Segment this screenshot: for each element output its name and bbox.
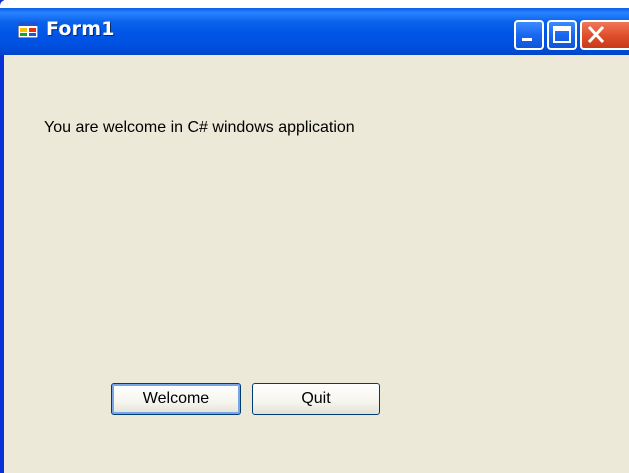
close-button[interactable]	[580, 20, 629, 50]
welcome-button[interactable]: Welcome	[111, 383, 241, 415]
maximize-button[interactable]	[547, 20, 577, 50]
quit-button[interactable]: Quit	[252, 383, 380, 415]
form-app-icon	[18, 22, 38, 38]
form1-window: Form1 You are welcome in C# windows appl…	[0, 0, 629, 473]
maximize-icon	[553, 26, 571, 43]
close-icon	[587, 25, 605, 44]
minimize-icon	[522, 38, 532, 41]
title-bar[interactable]: Form1	[0, 0, 629, 55]
welcome-label: You are welcome in C# windows applicatio…	[44, 119, 355, 136]
minimize-button[interactable]	[514, 20, 544, 50]
form-client-area: You are welcome in C# windows applicatio…	[8, 55, 629, 473]
window-title: Form1	[46, 18, 115, 40]
